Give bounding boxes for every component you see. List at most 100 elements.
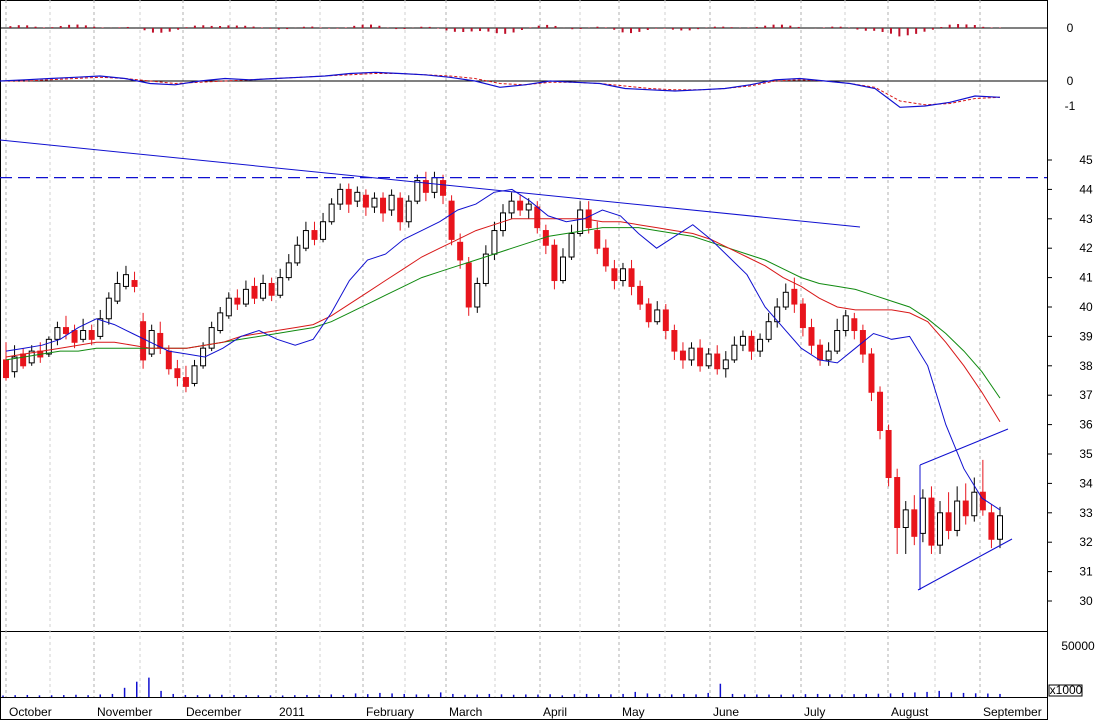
- candle-body: [971, 491, 978, 517]
- macd-tick-label: 0: [1067, 74, 1074, 88]
- candle-body: [765, 321, 772, 340]
- candle-body: [962, 500, 969, 517]
- month-label: September: [983, 705, 1042, 719]
- candle-body: [757, 338, 764, 352]
- candle-body: [294, 244, 301, 264]
- price-tick-label: 35: [1079, 447, 1093, 461]
- candle-body: [534, 206, 541, 229]
- price-tick-label: 30: [1079, 594, 1093, 608]
- candle-body: [577, 209, 584, 234]
- ma-long-line: [5, 227, 1001, 399]
- candle-body: [748, 335, 755, 352]
- candle-body: [54, 327, 61, 340]
- month-label: October: [9, 705, 52, 719]
- candle-body: [191, 365, 198, 384]
- month-label: May: [622, 705, 645, 719]
- candle-body: [45, 338, 52, 355]
- candle-body: [954, 500, 961, 531]
- histogram-tick-label: 0: [1067, 21, 1074, 35]
- price-tick-label: 45: [1079, 153, 1093, 167]
- candle-body: [842, 315, 849, 332]
- candle-body: [902, 509, 909, 528]
- candle-body: [671, 330, 678, 352]
- price-tick-label: 31: [1079, 565, 1093, 579]
- grid-layer: [0, 0, 1048, 720]
- month-label: November: [97, 705, 152, 719]
- month-label: March: [449, 705, 482, 719]
- price-tick-label: 43: [1079, 212, 1093, 226]
- candle-body: [491, 230, 498, 255]
- month-label: June: [713, 705, 739, 719]
- candle-body: [114, 282, 121, 302]
- candle-body: [431, 177, 438, 193]
- ma-short-line: [5, 188, 1001, 511]
- candle-body: [808, 327, 815, 346]
- price-tick-label: 40: [1079, 300, 1093, 314]
- price-tick-label: 41: [1079, 271, 1093, 285]
- candle-body: [362, 194, 369, 208]
- candle-body: [894, 477, 901, 528]
- candle-body: [945, 512, 952, 531]
- volume-tick-label: 50000: [1061, 639, 1095, 653]
- candle-body: [551, 244, 558, 282]
- candle-body: [568, 233, 575, 258]
- candle-body: [602, 247, 609, 267]
- month-label: December: [186, 705, 241, 719]
- candle-body: [739, 335, 746, 346]
- candle-body: [345, 188, 352, 205]
- candle-body: [731, 344, 738, 361]
- candle-body: [3, 359, 9, 379]
- candle-body: [697, 347, 704, 367]
- price-tick-label: 36: [1079, 418, 1093, 432]
- candle-body: [834, 330, 841, 352]
- candle-body: [637, 285, 644, 305]
- candle-body: [928, 497, 935, 546]
- price-tick-label: 33: [1079, 506, 1093, 520]
- candle-body: [997, 515, 1003, 540]
- candle-body: [208, 327, 215, 349]
- candle-body: [817, 344, 824, 361]
- candle-body: [594, 230, 601, 249]
- candle-body: [405, 200, 412, 223]
- candle-body: [105, 297, 112, 320]
- month-label: July: [804, 705, 825, 719]
- price-tick-label: 34: [1079, 476, 1093, 490]
- stock-chart: October November December 2011 February March…: [0, 0, 1105, 720]
- chart-canvas: October November December 2011 February March…: [0, 0, 1095, 720]
- candle-body: [714, 353, 721, 370]
- candle-body: [465, 262, 472, 308]
- candle-body: [440, 180, 447, 196]
- candle-body: [979, 491, 986, 511]
- candle-body: [645, 303, 652, 323]
- month-label: 2011: [279, 705, 305, 719]
- candle-body: [885, 429, 892, 479]
- candle-body: [88, 330, 95, 340]
- candle-body: [782, 291, 789, 308]
- candle-body: [165, 350, 172, 370]
- candle-body: [371, 197, 378, 208]
- candle-body: [619, 268, 626, 282]
- candle-body: [457, 241, 464, 261]
- macd-line: [0, 71, 1001, 108]
- price-tick-label: 42: [1079, 241, 1093, 255]
- candle-body: [260, 282, 267, 299]
- candle-body: [679, 350, 686, 361]
- candle-body: [508, 200, 515, 214]
- descending-trendline: [0, 139, 861, 228]
- candle-body: [225, 297, 232, 317]
- candle-body: [320, 221, 327, 240]
- macd-signal-line: [0, 73, 1001, 106]
- month-label: April: [543, 705, 567, 719]
- candle-body: [62, 327, 69, 334]
- candle-body: [422, 180, 429, 193]
- candle-body: [559, 256, 566, 282]
- candle-body: [654, 309, 661, 323]
- candle-body: [337, 188, 344, 205]
- candle-body: [131, 280, 138, 287]
- candle-body: [628, 268, 635, 287]
- month-label: February: [366, 705, 414, 719]
- candle-body: [919, 497, 926, 534]
- wedge-upper-line: [919, 428, 1009, 466]
- candle-body: [911, 509, 918, 537]
- volume-unit-label: x1000: [1050, 683, 1083, 697]
